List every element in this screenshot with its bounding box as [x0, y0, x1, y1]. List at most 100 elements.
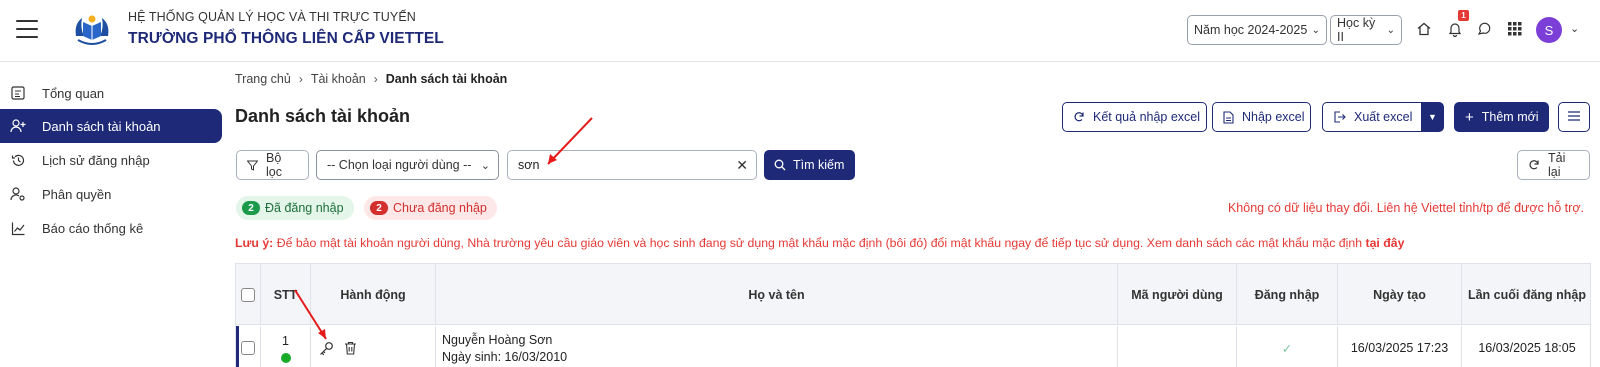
- apps-grid-icon[interactable]: [1504, 18, 1526, 40]
- logged-in-count: 2: [242, 201, 260, 215]
- row-stt: 1: [282, 333, 289, 348]
- search-button-label: Tìm kiếm: [793, 158, 845, 172]
- import-result-label: Kết quả nhập excel: [1093, 110, 1201, 124]
- sidebar-item-label: Tổng quan: [42, 85, 105, 101]
- search-button[interactable]: Tìm kiếm: [764, 150, 855, 180]
- school-logo: [75, 15, 109, 45]
- accounts-table: STT Hành động Họ và tên Mã người dùng Đă…: [235, 263, 1591, 367]
- chevron-down-icon: ⌄: [1386, 24, 1395, 36]
- clear-icon[interactable]: ✕: [736, 157, 748, 174]
- filter-label: Bộ lọc: [266, 151, 282, 179]
- add-new-label: Thêm mới: [1481, 110, 1539, 124]
- school-year-value: Năm học 2024-2025: [1194, 23, 1308, 37]
- row-checkbox[interactable]: [241, 341, 255, 355]
- search-icon: [774, 159, 786, 171]
- row-created-date: 16/03/2025 17:23: [1338, 326, 1462, 367]
- import-excel-label: Nhập excel: [1242, 110, 1305, 124]
- dashboard-icon: [10, 85, 26, 101]
- chart-line-icon: [10, 220, 26, 236]
- reload-button[interactable]: Tải lại: [1517, 150, 1590, 180]
- chevron-down-icon: ⌄: [1311, 24, 1320, 36]
- sidebar-item-label: Lịch sử đăng nhập: [42, 152, 150, 168]
- search-input[interactable]: sơn ✕: [507, 150, 757, 180]
- chevron-right-icon: ›: [298, 72, 303, 86]
- search-input-value: sơn: [518, 158, 540, 172]
- sidebar-item-label: Danh sách tài khoản: [42, 118, 161, 134]
- key-icon[interactable]: [319, 341, 334, 356]
- chat-icon[interactable]: [1474, 18, 1496, 40]
- column-header-last-login: Lần cuối đăng nhập: [1467, 287, 1587, 302]
- user-avatar[interactable]: S: [1536, 17, 1562, 43]
- column-header-name: Họ và tên: [436, 264, 1118, 325]
- select-all-checkbox[interactable]: [241, 287, 255, 302]
- export-excel-label: Xuất excel: [1354, 110, 1413, 124]
- sidebar-item-login-history[interactable]: Lịch sử đăng nhập: [0, 143, 222, 177]
- system-name: HỆ THỐNG QUẢN LÝ HỌC VÀ THI TRỰC TUYẾN: [128, 10, 416, 24]
- export-excel-button[interactable]: Xuất excel: [1322, 102, 1422, 132]
- row-name-cell: Nguyễn Hoàng Sơn Ngày sinh: 16/03/2010: [436, 326, 1118, 367]
- warning-prefix: Lưu ý:: [235, 236, 274, 250]
- sidebar-item-reports[interactable]: Báo cáo thống kê: [0, 211, 222, 245]
- breadcrumb-current: Danh sách tài khoản: [385, 72, 508, 86]
- export-icon: [1333, 111, 1346, 123]
- breadcrumb-home[interactable]: Trang chủ: [235, 72, 291, 86]
- row-actions-cell: [311, 326, 436, 367]
- sidebar-item-overview[interactable]: Tổng quan: [0, 76, 222, 110]
- not-logged-in-label: Chưa đăng nhập: [393, 201, 487, 215]
- sidebar: Tổng quan Danh sách tài khoản Lịch sử đă…: [0, 62, 222, 367]
- history-icon: [10, 152, 26, 168]
- row-birth-date: Ngày sinh: 16/03/2010: [442, 350, 568, 364]
- breadcrumb-accounts[interactable]: Tài khoản: [311, 72, 366, 86]
- filter-button[interactable]: Bộ lọc: [236, 150, 309, 180]
- column-header-actions: Hành động: [311, 264, 436, 325]
- menu-toggle-icon[interactable]: [16, 20, 38, 38]
- user-type-select[interactable]: -- Chọn loại người dùng -- ⌄: [316, 150, 499, 180]
- filter-icon: [247, 160, 258, 171]
- chevron-down-icon[interactable]: ⌄: [1570, 22, 1579, 35]
- export-dropdown-button[interactable]: ▼: [1421, 102, 1444, 132]
- refresh-icon: [1528, 159, 1540, 171]
- table-row[interactable]: 1 Nguyễn Hoàng Sơn Ngày sinh: 16/03/2010…: [236, 326, 1590, 367]
- list-icon: [1568, 110, 1580, 124]
- table-header: STT Hành động Họ và tên Mã người dùng Đă…: [236, 264, 1590, 325]
- row-stt-cell: 1: [261, 326, 311, 367]
- user-plus-icon: [10, 118, 26, 134]
- user-type-value: -- Chọn loại người dùng --: [327, 158, 472, 172]
- school-year-select[interactable]: Năm học 2024-2025 ⌄: [1187, 15, 1327, 45]
- file-icon: [1223, 110, 1234, 124]
- warning-text: Để bảo mật tài khoản người dùng, Nhà trư…: [273, 236, 1366, 250]
- column-header-created: Ngày tạo: [1338, 264, 1462, 325]
- not-logged-in-chip[interactable]: 2 Chưa đăng nhập: [364, 196, 497, 220]
- security-warning: Lưu ý: Để bảo mật tài khoản người dùng, …: [235, 236, 1404, 250]
- semester-select[interactable]: Học kỳ II ⌄: [1330, 15, 1402, 45]
- sidebar-item-label: Báo cáo thống kê: [42, 220, 144, 236]
- trash-icon[interactable]: [344, 341, 357, 355]
- plus-icon: +: [1465, 108, 1474, 126]
- chevron-right-icon: ›: [373, 72, 378, 86]
- sidebar-item-accounts[interactable]: Danh sách tài khoản: [0, 109, 222, 143]
- logged-in-chip[interactable]: 2 Đã đăng nhập: [236, 196, 354, 220]
- default-passwords-link[interactable]: tại đây: [1365, 236, 1404, 250]
- select-all-cell: [236, 264, 261, 325]
- online-status-dot: [280, 352, 291, 363]
- sidebar-item-permissions[interactable]: Phân quyền: [0, 177, 222, 211]
- row-user-code: [1118, 326, 1237, 367]
- school-name: TRƯỜNG PHỔ THÔNG LIÊN CẤP VIETTEL: [128, 30, 444, 47]
- bell-icon[interactable]: [1444, 18, 1466, 40]
- column-header-stt: STT: [261, 264, 311, 325]
- reload-label: Tải lại: [1548, 151, 1566, 179]
- row-last-login: 16/03/2025 18:05: [1478, 341, 1576, 355]
- row-full-name: Nguyễn Hoàng Sơn: [442, 333, 553, 347]
- chevron-down-icon: ⌄: [480, 159, 490, 172]
- import-result-button[interactable]: Kết quả nhập excel: [1062, 102, 1207, 132]
- column-header-user-code: Mã người dùng: [1118, 264, 1237, 325]
- row-select-cell: [236, 326, 261, 367]
- home-icon[interactable]: [1413, 18, 1435, 40]
- column-header-login: Đăng nhập: [1237, 264, 1338, 325]
- column-menu-button[interactable]: [1558, 102, 1590, 132]
- breadcrumb: Trang chủ › Tài khoản › Danh sách tài kh…: [235, 72, 507, 86]
- semester-value: Học kỳ II: [1337, 16, 1376, 44]
- add-new-button[interactable]: + Thêm mới: [1454, 102, 1549, 132]
- not-logged-in-count: 2: [370, 201, 388, 215]
- import-excel-button[interactable]: Nhập excel: [1212, 102, 1311, 132]
